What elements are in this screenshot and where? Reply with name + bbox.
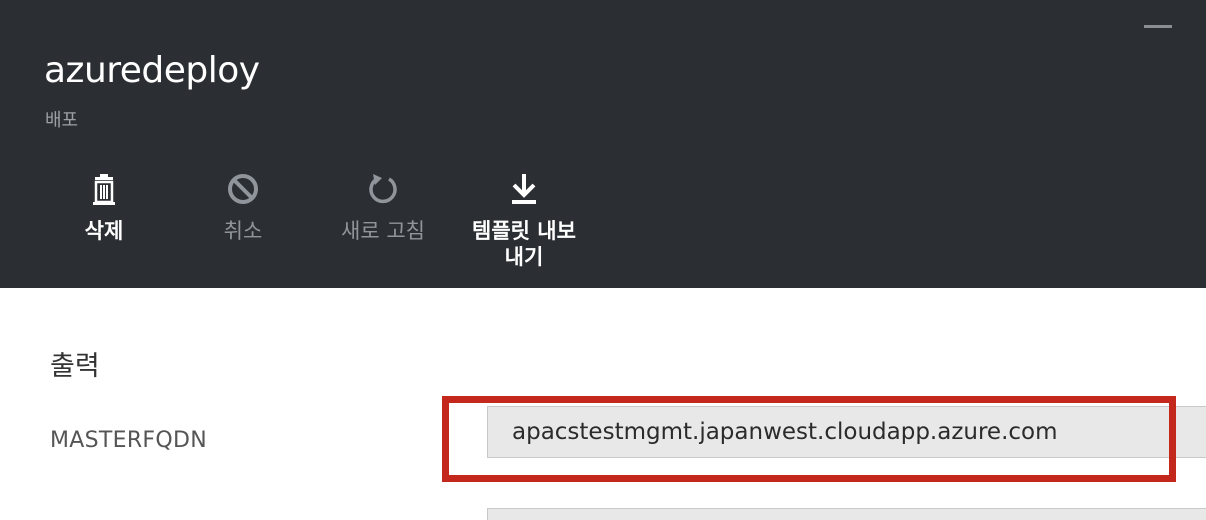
output-name-label: MASTERFQDN [50,428,207,453]
output-value-field-next[interactable] [487,508,1206,520]
outputs-section-title: 출력 [50,351,100,382]
blade-title: azuredeploy [44,50,260,91]
cancel-button[interactable]: 취소 [183,170,303,280]
refresh-label: 새로 고침 [341,219,425,243]
trash-icon [93,174,115,205]
blade-subtitle: 배포 [45,110,79,131]
minimize-icon[interactable] [1144,18,1174,32]
delete-label: 삭제 [84,219,124,243]
refresh-button[interactable]: 새로 고침 [323,170,443,280]
blade-header: azuredeploy 배포 삭제 취소 새로 고침 템플릿 내보내기 [0,0,1206,288]
output-value-field[interactable]: apacstestmgmt.japanwest.cloudapp.azure.c… [487,406,1206,458]
cancel-icon [228,174,258,204]
download-icon [512,174,536,204]
outputs-panel: 출력 MASTERFQDN apacstestmgmt.japanwest.cl… [0,288,1206,520]
export-template-button[interactable]: 템플릿 내보내기 [460,170,588,288]
export-template-label: 템플릿 내보내기 [472,219,576,269]
refresh-icon [369,174,397,204]
delete-button[interactable]: 삭제 [44,170,164,280]
cancel-label: 취소 [223,219,263,243]
